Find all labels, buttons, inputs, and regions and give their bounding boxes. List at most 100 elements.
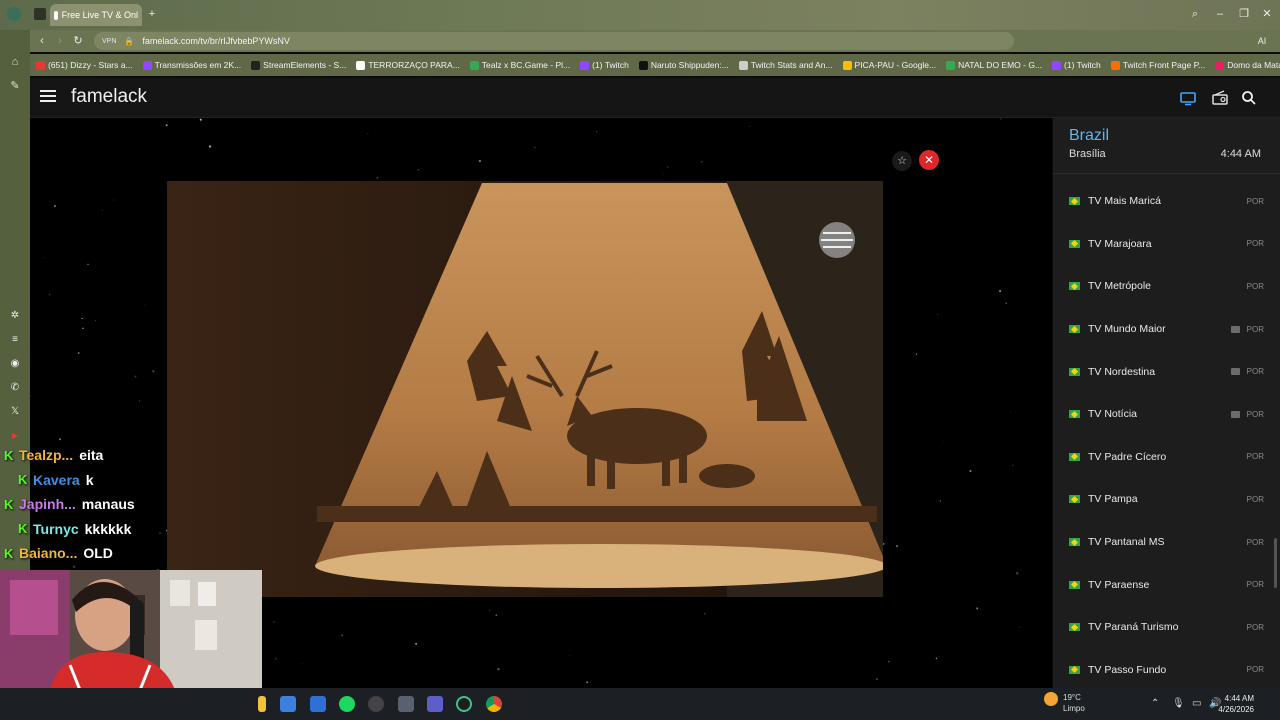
channel-language: POR: [1246, 494, 1264, 504]
close-player-button[interactable]: ✕: [919, 150, 939, 170]
capital-label: Brasília: [1069, 148, 1106, 160]
bookmark-item[interactable]: PICA-PAU - Google...: [842, 60, 936, 70]
star-dot: [367, 133, 369, 135]
brazil-flag-icon: [1069, 325, 1080, 334]
bookmark-favicon-icon: [638, 60, 648, 70]
search-icon[interactable]: [1240, 89, 1258, 107]
channel-item[interactable]: TV Padre Cícero POR: [1053, 436, 1280, 479]
chat-text: OLD: [83, 545, 113, 562]
mail-taskbar-icon[interactable]: [310, 696, 326, 712]
channel-item[interactable]: TV Mais Maricá POR: [1053, 180, 1280, 223]
channel-item[interactable]: TV Notícia POR: [1053, 393, 1280, 436]
minimize-button[interactable]: –: [1212, 6, 1228, 22]
star-dot: [53, 205, 56, 207]
sidebar-home-icon[interactable]: ⌂: [7, 54, 23, 70]
chrome-taskbar-icon[interactable]: [486, 696, 502, 712]
bookmark-label: Naruto Shippuden:...: [650, 60, 729, 70]
star-dot: [701, 160, 703, 163]
bookmark-item[interactable]: (1) Twitch: [580, 60, 629, 70]
maximize-button[interactable]: ❐: [1236, 6, 1252, 22]
tv-mode-icon[interactable]: [1179, 89, 1197, 107]
bookmark-item[interactable]: StreamElements - S...: [251, 60, 346, 70]
tab-favicon-icon: [54, 10, 58, 20]
bookmark-item[interactable]: (1) Twitch: [1052, 60, 1101, 70]
kick-badge-icon: K: [4, 545, 14, 561]
teams-taskbar-icon[interactable]: [427, 696, 443, 712]
search-tabs-icon[interactable]: ⌕: [1187, 6, 1203, 22]
bookmarks-bar: (651) Dizzy - Stars a... Transmissões em …: [30, 54, 1280, 76]
brazil-flag-icon: [1069, 197, 1080, 206]
folder-taskbar-icon[interactable]: [258, 696, 266, 712]
vpn-badge[interactable]: VPN: [102, 38, 116, 45]
hamburger-menu-icon[interactable]: [40, 90, 56, 104]
star-dot: [417, 168, 420, 171]
bookmark-item[interactable]: (651) Dizzy - Stars a...: [36, 60, 133, 70]
bookmark-item[interactable]: TERRORZAÇO PARA...: [356, 60, 460, 70]
tray-chevron-icon[interactable]: ⌃: [1151, 698, 1159, 709]
channel-name: TV Metrópole: [1088, 280, 1152, 293]
channel-item[interactable]: TV Pampa POR: [1053, 478, 1280, 521]
brazil-flag-icon: [1069, 367, 1080, 376]
ai-button[interactable]: AI: [1252, 33, 1272, 49]
channel-list-scrollbar[interactable]: [1274, 538, 1277, 588]
bookmark-item[interactable]: Twitch Front Page P...: [1110, 60, 1205, 70]
star-dot: [113, 199, 114, 201]
store-taskbar-icon[interactable]: [280, 696, 296, 712]
star-dot: [586, 681, 588, 684]
channel-item[interactable]: TV Metrópole POR: [1053, 265, 1280, 308]
star-dot: [478, 159, 482, 163]
star-dot: [199, 118, 202, 121]
bookmark-favicon-icon: [842, 60, 852, 70]
channel-item[interactable]: TV Paraense POR: [1053, 563, 1280, 606]
spotify-taskbar-icon[interactable]: [339, 696, 355, 712]
opera-taskbar-icon[interactable]: [456, 696, 472, 712]
close-window-button[interactable]: ✕: [1259, 6, 1275, 22]
monitor-icon[interactable]: ▭: [1192, 698, 1201, 709]
address-bar-row: ‹ › ↻ VPN 🔒 famelack.com/tv/br/rIJfvbebP…: [0, 30, 1280, 52]
channel-language: POR: [1246, 367, 1264, 377]
favorite-star-button[interactable]: ☆: [892, 151, 912, 171]
star-dot: [415, 642, 418, 645]
bookmark-item[interactable]: Tealz x BC.Game - Pl...: [469, 60, 570, 70]
bookmark-favicon-icon: [251, 60, 261, 70]
system-clock[interactable]: 4:44 AM 4/26/2026: [1218, 693, 1254, 715]
country-title: Brazil: [1069, 127, 1110, 144]
tab-menu-icon[interactable]: [34, 8, 46, 20]
channel-item[interactable]: TV Paraná Turismo POR: [1053, 606, 1280, 649]
radio-mode-icon[interactable]: [1211, 89, 1229, 107]
back-nav-button[interactable]: ‹: [34, 33, 50, 49]
channel-item[interactable]: TV Mundo Maior POR: [1053, 308, 1280, 351]
star-dot: [497, 668, 500, 671]
bookmark-item[interactable]: Naruto Shippuden:...: [638, 60, 729, 70]
reload-button[interactable]: ↻: [70, 33, 86, 49]
star-dot: [77, 352, 80, 354]
app-taskbar-icon[interactable]: [398, 696, 414, 712]
channel-item[interactable]: TV Passo Fundo POR: [1053, 649, 1280, 688]
bookmark-item[interactable]: NATAL DO EMO - G...: [946, 60, 1042, 70]
app-brand[interactable]: famelack: [71, 86, 147, 108]
chat-message: K Baiano... OLD: [0, 541, 200, 566]
channel-item[interactable]: TV Nordestina POR: [1053, 350, 1280, 393]
new-tab-button[interactable]: +: [144, 6, 160, 22]
channel-item[interactable]: TV Marajoara POR: [1053, 223, 1280, 266]
browser-tab[interactable]: Free Live TV & Onl: [50, 4, 142, 26]
channel-name: TV Paraná Turismo: [1088, 621, 1179, 634]
bookmark-favicon-icon: [946, 60, 956, 70]
brazil-flag-icon: [1069, 665, 1080, 674]
microphone-icon[interactable]: 🎙: [1172, 698, 1185, 709]
bookmark-favicon-icon: [1052, 60, 1062, 70]
bookmark-item[interactable]: Domo da Mata - Ho...: [1215, 60, 1280, 70]
bookmark-item[interactable]: Twitch Stats and An...: [738, 60, 833, 70]
star-dot: [534, 147, 536, 149]
url-field[interactable]: VPN 🔒 famelack.com/tv/br/rIJfvbebPYWsNV: [94, 32, 1014, 50]
video-frame[interactable]: [167, 181, 883, 597]
channel-list-panel: ← Brazil Brasília 4:44 AM TV Mais Maricá…: [1053, 118, 1280, 688]
forward-nav-button[interactable]: ›: [52, 33, 68, 49]
bookmark-item[interactable]: Transmissões em 2K...: [142, 60, 241, 70]
channel-item[interactable]: TV Pantanal MS POR: [1053, 521, 1280, 564]
sidebar-pin-icon[interactable]: ✎: [7, 78, 23, 94]
obs-taskbar-icon[interactable]: [368, 696, 384, 712]
channel-language: POR: [1246, 196, 1264, 206]
star-dot: [667, 166, 669, 168]
weather-widget[interactable]: 19°C Limpo: [1063, 692, 1085, 714]
